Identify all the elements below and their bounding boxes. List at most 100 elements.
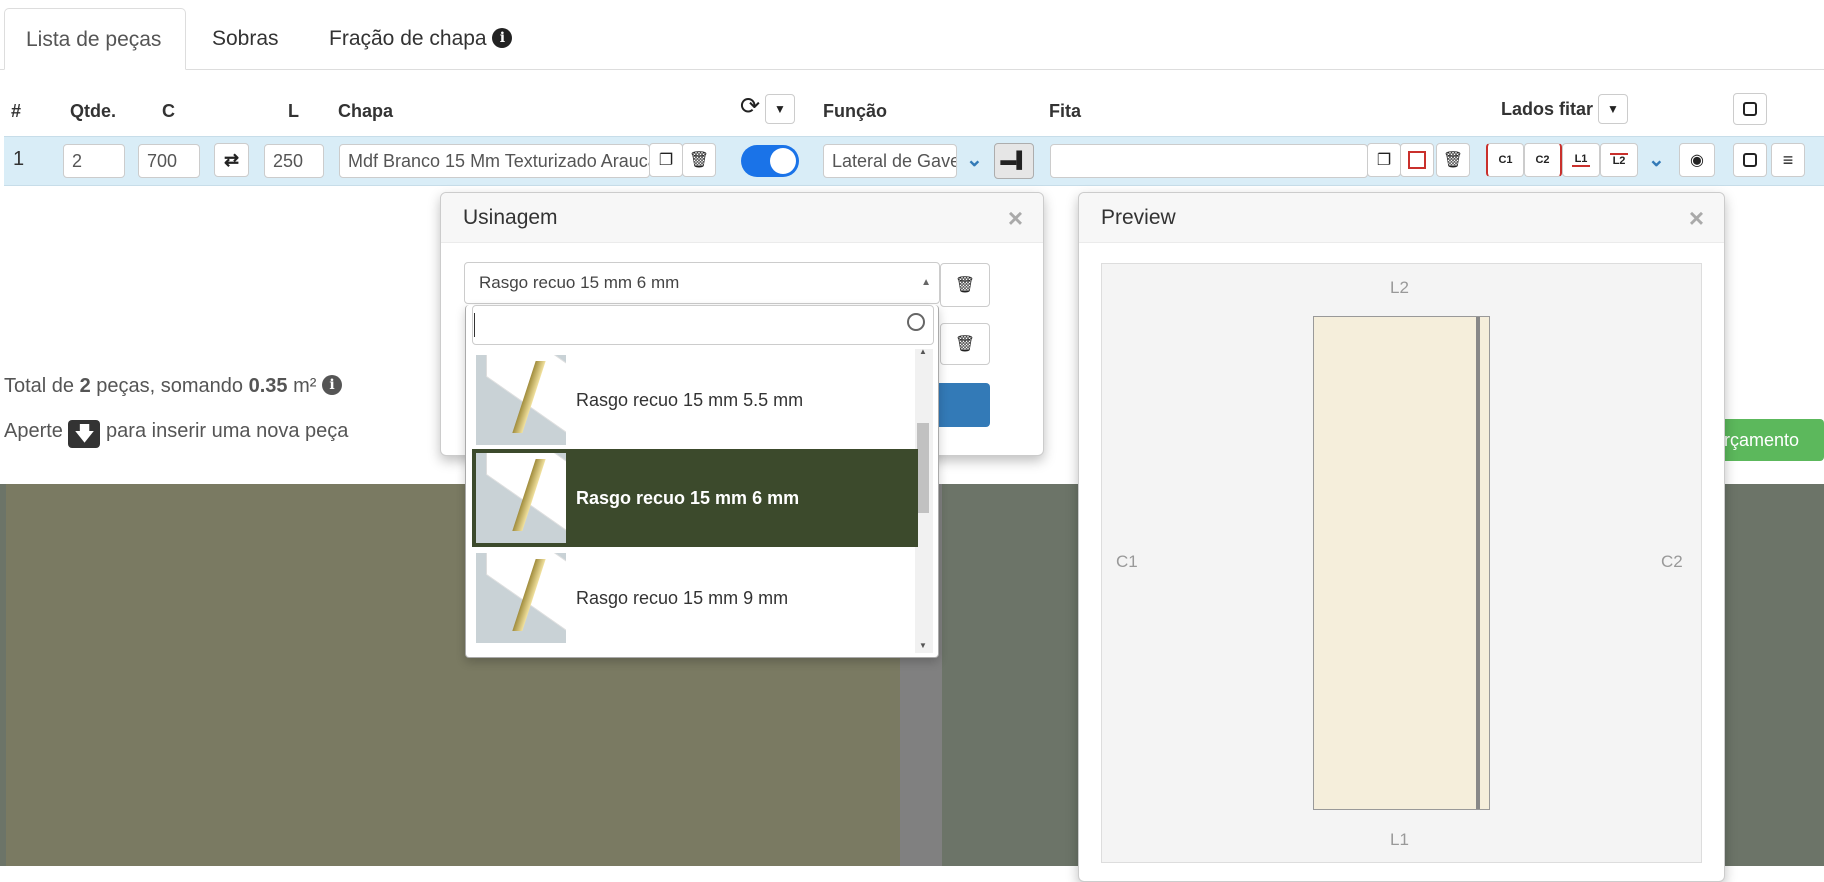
summary-count: 2 [79,375,91,397]
hint-text: para inserir uma nova peça [100,420,349,442]
caret-down-button[interactable]: ▼ [765,94,795,124]
groove-thumbnail [476,553,566,643]
chevron-down-icon[interactable]: ⌄ [966,147,983,172]
summary-unit: m² [287,375,317,397]
tab-label: Fração de chapa [329,27,487,50]
delete-usinagem-button-2[interactable]: 🗑 [940,323,990,365]
dropdown-option-selected[interactable]: Rasgo recuo 15 mm 6 mm [472,449,918,547]
preview-canvas: L2 L1 C1 C2 [1101,263,1702,863]
col-header-chapa: Chapa [338,101,394,121]
tab-label: Sobras [212,27,279,50]
side-l2-button[interactable]: L2 [1600,143,1638,177]
square-toggle-button[interactable] [1733,93,1767,125]
summary-text: Total de [4,375,80,397]
scroll-down-icon[interactable]: ▼ [919,641,927,650]
delete-chapa-button[interactable]: 🗑 [682,143,716,177]
copy-fita-button[interactable]: ❐ [1367,143,1401,177]
fita-input[interactable] [1050,144,1368,178]
preview-toggle-button[interactable]: ◉ [1679,143,1715,177]
refresh-icon[interactable]: ⟳ [740,92,760,121]
chevron-down-icon[interactable]: ⌄ [1648,147,1665,172]
preview-popover: Preview × L2 L1 C1 C2 [1078,192,1725,882]
preview-title: Preview [1079,193,1724,243]
groove-thumbnail [476,355,566,445]
summary-total: Total de 2 peças, somando 0.35 m² i [4,375,342,398]
usinagem-selected-value: Rasgo recuo 15 mm 6 mm [479,273,680,292]
col-header-lados: Lados fitar [1501,99,1594,119]
side-l1-button[interactable]: L1 [1562,143,1600,177]
groove-thumbnail [476,453,566,543]
lados-caret-button[interactable]: ▼ [1598,94,1628,124]
usinagem-title: Usinagem [441,193,1043,243]
summary-area: 0.35 [248,375,288,397]
preview-label-left: C1 [1116,552,1138,571]
col-header-num: # [11,101,22,121]
arrow-down-icon: 🡇 [68,420,101,448]
funcao-select[interactable]: Lateral de Gaveta [823,144,957,178]
l-input[interactable]: 250 [264,144,324,178]
delete-fita-button[interactable]: 🗑 [1436,143,1470,177]
row-square-button[interactable] [1733,143,1767,177]
col-header-c: C [162,101,175,121]
row-menu-button[interactable]: ≡ [1771,143,1805,177]
close-icon[interactable]: × [1008,203,1023,234]
search-icon [907,313,925,331]
col-header-funcao: Função [823,101,888,121]
option-label: Rasgo recuo 15 mm 9 mm [576,587,789,608]
side-c1-button[interactable]: C1 [1486,143,1524,177]
piece-preview [1313,316,1490,810]
close-icon[interactable]: × [1689,203,1704,234]
trash-icon: 🗑 [954,277,976,294]
info-icon[interactable]: i [322,375,342,395]
option-label: Rasgo recuo 15 mm 6 mm [576,487,800,508]
dropdown-option[interactable]: Rasgo recuo 15 mm 5.5 mm [472,351,918,449]
groove-line [1476,317,1480,809]
caret-down-icon: ▼ [1607,102,1619,116]
swap-arrows-icon: ⇄ [223,149,240,170]
usinagem-search-input[interactable] [472,305,934,345]
hint-text: Aperte [4,420,69,442]
tab-sobras[interactable]: Sobras [212,8,279,70]
copy-icon: ❐ [1376,152,1392,169]
chapa-input[interactable]: Mdf Branco 15 Mm Texturizado Araucária [339,144,650,178]
square-icon [1743,102,1757,116]
option-label: Rasgo recuo 15 mm 5.5 mm [576,389,804,410]
summary-hint: Aperte 🡇 para inserir uma nova peça [4,420,348,448]
trash-icon: 🗑 [688,152,710,169]
qty-input[interactable]: 2 [63,144,125,178]
tab-label: Lista de peças [26,28,162,51]
delete-usinagem-button[interactable]: 🗑 [940,263,990,307]
side-c2-button[interactable]: C2 [1524,143,1562,177]
col-header-fita: Fita [1049,101,1082,121]
tab-bar: Lista de peças Sobras Fração de chapa i [0,0,1824,70]
dropdown-option[interactable]: Rasgo recuo 15 mm 9 mm [472,549,918,647]
c-input[interactable]: 700 [138,144,200,178]
usinagem-select[interactable]: Rasgo recuo 15 mm 6 mm ▲ [464,262,940,304]
toggle-switch[interactable] [741,145,799,177]
side-label: C2 [1535,154,1550,166]
copy-icon: ❐ [658,152,674,169]
scrollbar-thumb[interactable] [917,423,929,513]
hamburger-menu-icon: ≡ [1782,149,1794,170]
fita-color-button[interactable] [1400,143,1434,177]
usinagem-button[interactable]: ▬▌ [994,143,1034,179]
info-icon[interactable]: i [492,28,513,48]
usinagem-dropdown: ▲ ▼ Rasgo recuo 15 mm 5.5 mm Rasgo recuo… [465,305,939,658]
scroll-up-icon[interactable]: ▲ [919,347,927,356]
tab-lista-de-pecas[interactable]: Lista de peças [4,8,186,70]
caret-up-icon: ▲ [921,277,931,288]
trash-icon: 🗑 [954,336,976,353]
side-label: L2 [1609,153,1629,167]
trash-icon: 🗑 [1442,152,1464,169]
tab-fracao-de-chapa[interactable]: Fração de chapa i [329,8,513,70]
col-header-l: L [288,101,299,121]
row-number: 1 [13,148,25,170]
swap-button[interactable]: ⇄ [214,143,249,177]
summary-text: peças, somando [90,375,249,397]
preview-label-top: L2 [1390,278,1409,297]
text-cursor [474,313,475,337]
preview-label-bottom: L1 [1390,830,1409,849]
copy-button[interactable]: ❐ [649,143,683,177]
square-icon [1743,153,1757,167]
confirm-button[interactable] [931,383,990,427]
